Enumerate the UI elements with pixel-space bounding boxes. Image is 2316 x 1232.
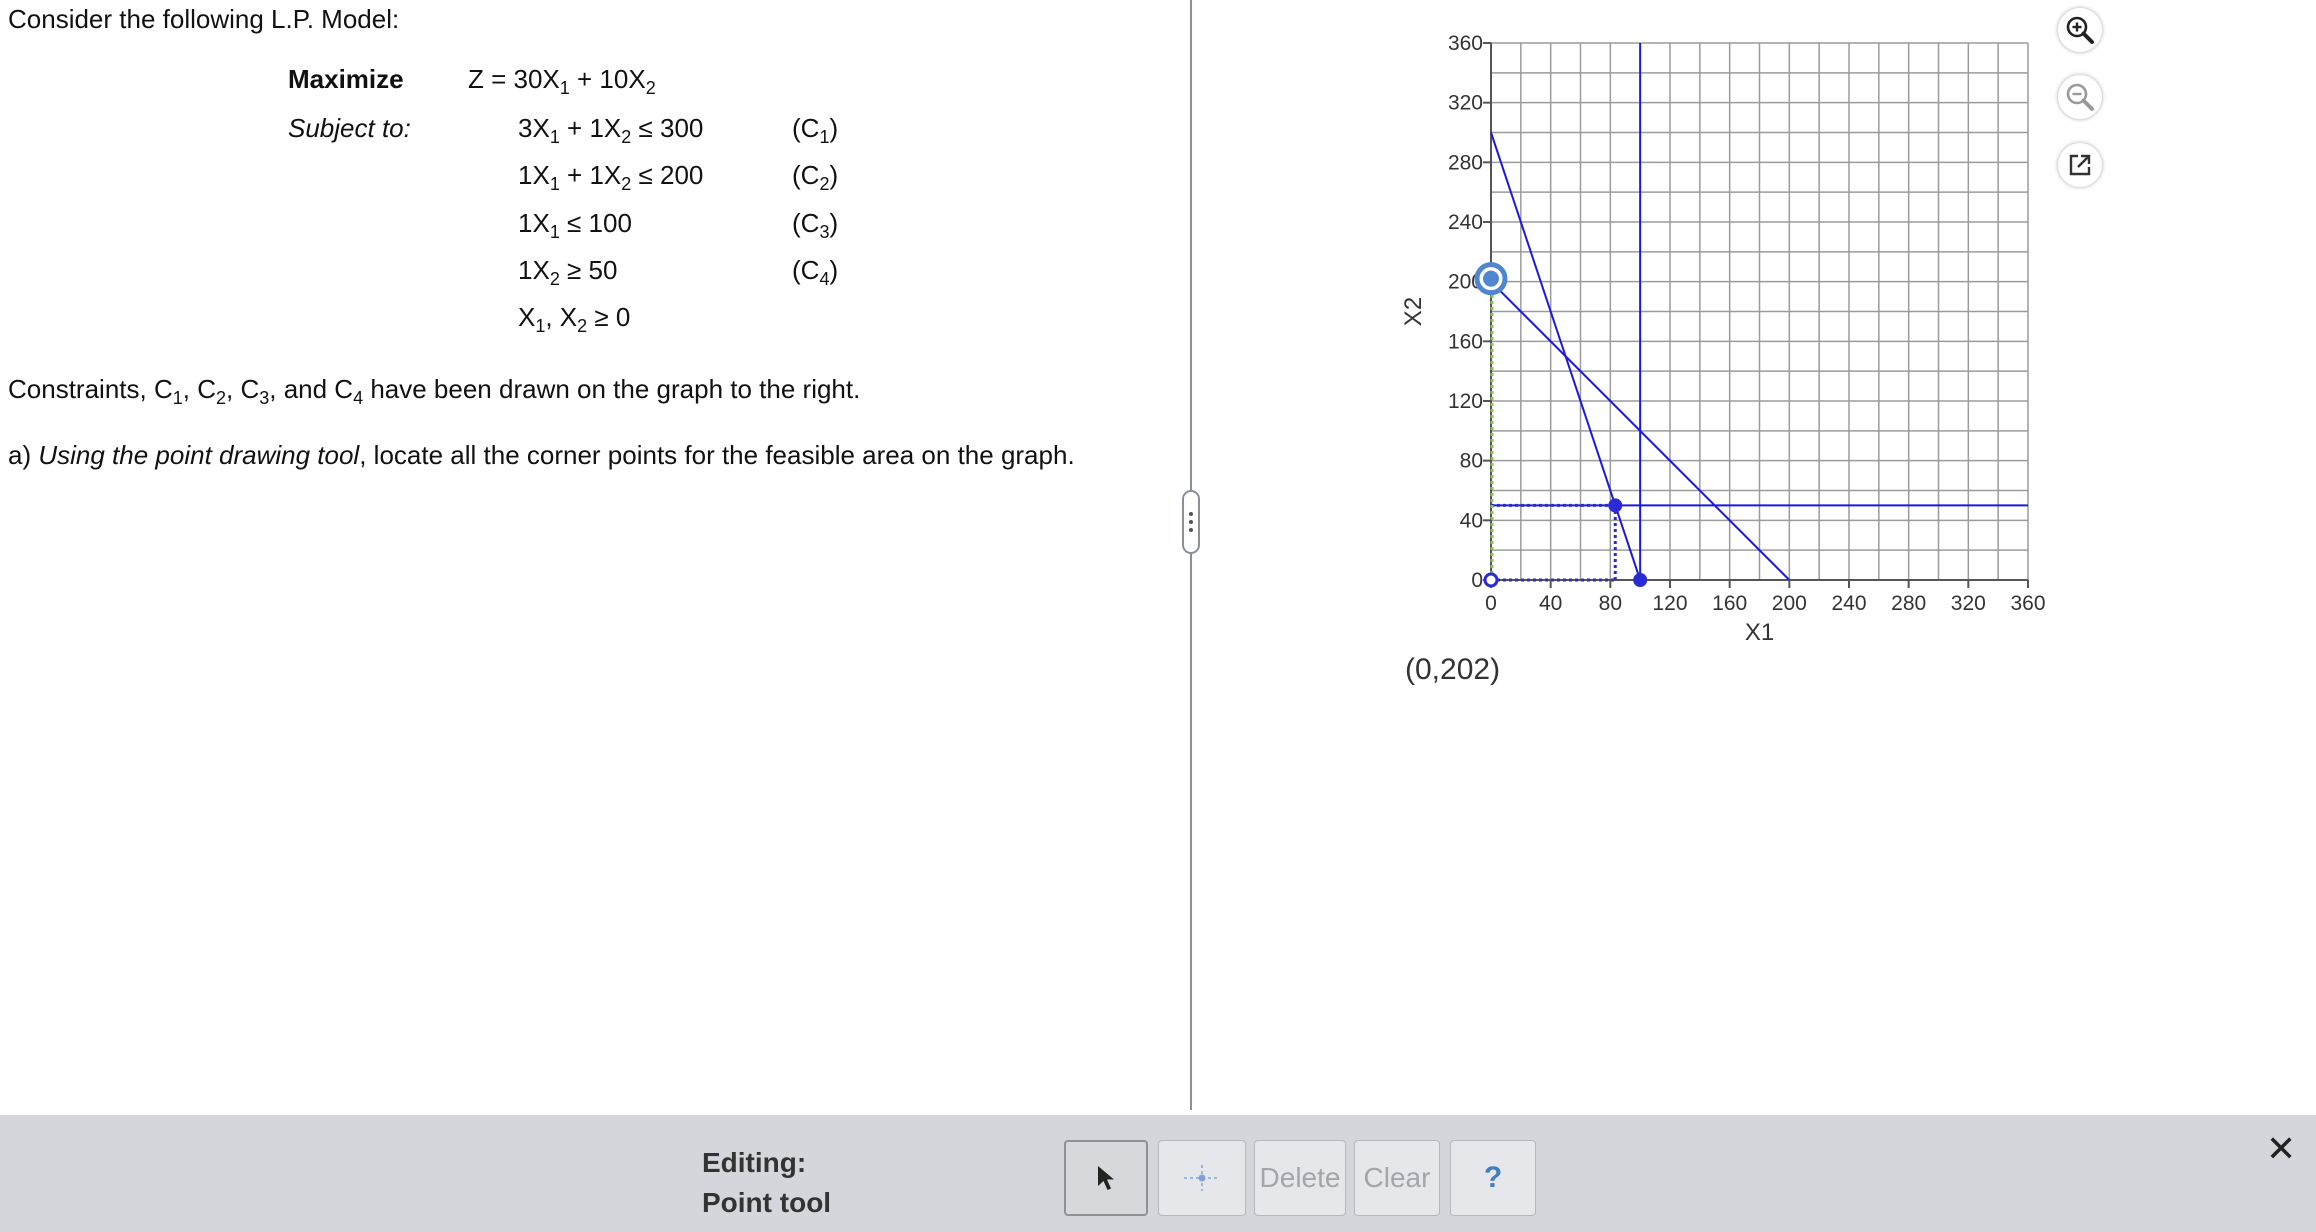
x-tick-label: 120 (1652, 592, 1687, 615)
y-tick-label: 160 (1448, 330, 1483, 353)
point-tool-icon (1184, 1165, 1220, 1191)
x-tick-label: 240 (1831, 592, 1866, 615)
y-tick-label: 240 (1448, 211, 1483, 234)
editing-label: Editing: (702, 1147, 807, 1178)
y-tick-label: 320 (1448, 92, 1483, 115)
popout-button[interactable] (2058, 143, 2102, 187)
point-tool-button[interactable] (1158, 1140, 1246, 1216)
y-tick-label: 120 (1448, 390, 1483, 413)
editing-status: Editing: Point tool (702, 1143, 831, 1223)
x-axis-label: X1 (1745, 619, 1774, 646)
axis-ticks: 0 40 80 120 160 200 240 280 320 36004080120160200… (1448, 32, 2046, 615)
zoom-in-button[interactable] (2058, 8, 2102, 52)
corner-point[interactable] (1633, 573, 1648, 587)
plotted-points[interactable] (1474, 262, 1648, 588)
x-tick-label: 320 (1951, 592, 1986, 615)
delete-button[interactable]: Delete (1254, 1140, 1346, 1216)
y-tick-label: 40 (1460, 509, 1483, 532)
y-axis-label: X2 (1400, 297, 1427, 326)
graph-grid (1490, 42, 2029, 581)
zoom-out-button[interactable] (2058, 75, 2102, 119)
y-tick-label: 80 (1460, 450, 1483, 473)
selected-point[interactable] (1483, 270, 1499, 287)
y-tick-label: 0 (1471, 569, 1483, 592)
x-tick-label: 160 (1712, 592, 1747, 615)
x-tick-label: 80 (1599, 592, 1622, 615)
close-icon[interactable]: ✕ (2266, 1128, 2296, 1170)
x-tick-label: 360 (2010, 592, 2045, 615)
y-tick-label: 280 (1448, 151, 1483, 174)
x-tick-label: 40 (1539, 592, 1562, 615)
lp-graph[interactable]: 0 40 80 120 160 200 240 280 320 36004080120160200… (0, 0, 2316, 1110)
guide-lines (1490, 278, 1617, 582)
arrow-cursor-icon (1098, 1166, 1114, 1190)
zoom-out-icon (2066, 83, 2094, 111)
y-tick-label: 360 (1448, 32, 1483, 55)
coordinate-readout: (0,202) (1405, 653, 1501, 686)
corner-point[interactable] (1483, 572, 1499, 588)
x-tick-label: 0 (1485, 592, 1497, 615)
select-tool-button[interactable] (1064, 1140, 1148, 1216)
corner-point[interactable] (1608, 498, 1623, 513)
x-tick-label: 280 (1891, 592, 1926, 615)
zoom-in-icon (2066, 16, 2094, 44)
help-button[interactable]: ? (1450, 1140, 1536, 1216)
clear-button[interactable]: Clear (1354, 1140, 1440, 1216)
popout-icon (2069, 154, 2091, 176)
x-tick-label: 200 (1772, 592, 1807, 615)
current-tool-label: Point tool (702, 1187, 832, 1218)
